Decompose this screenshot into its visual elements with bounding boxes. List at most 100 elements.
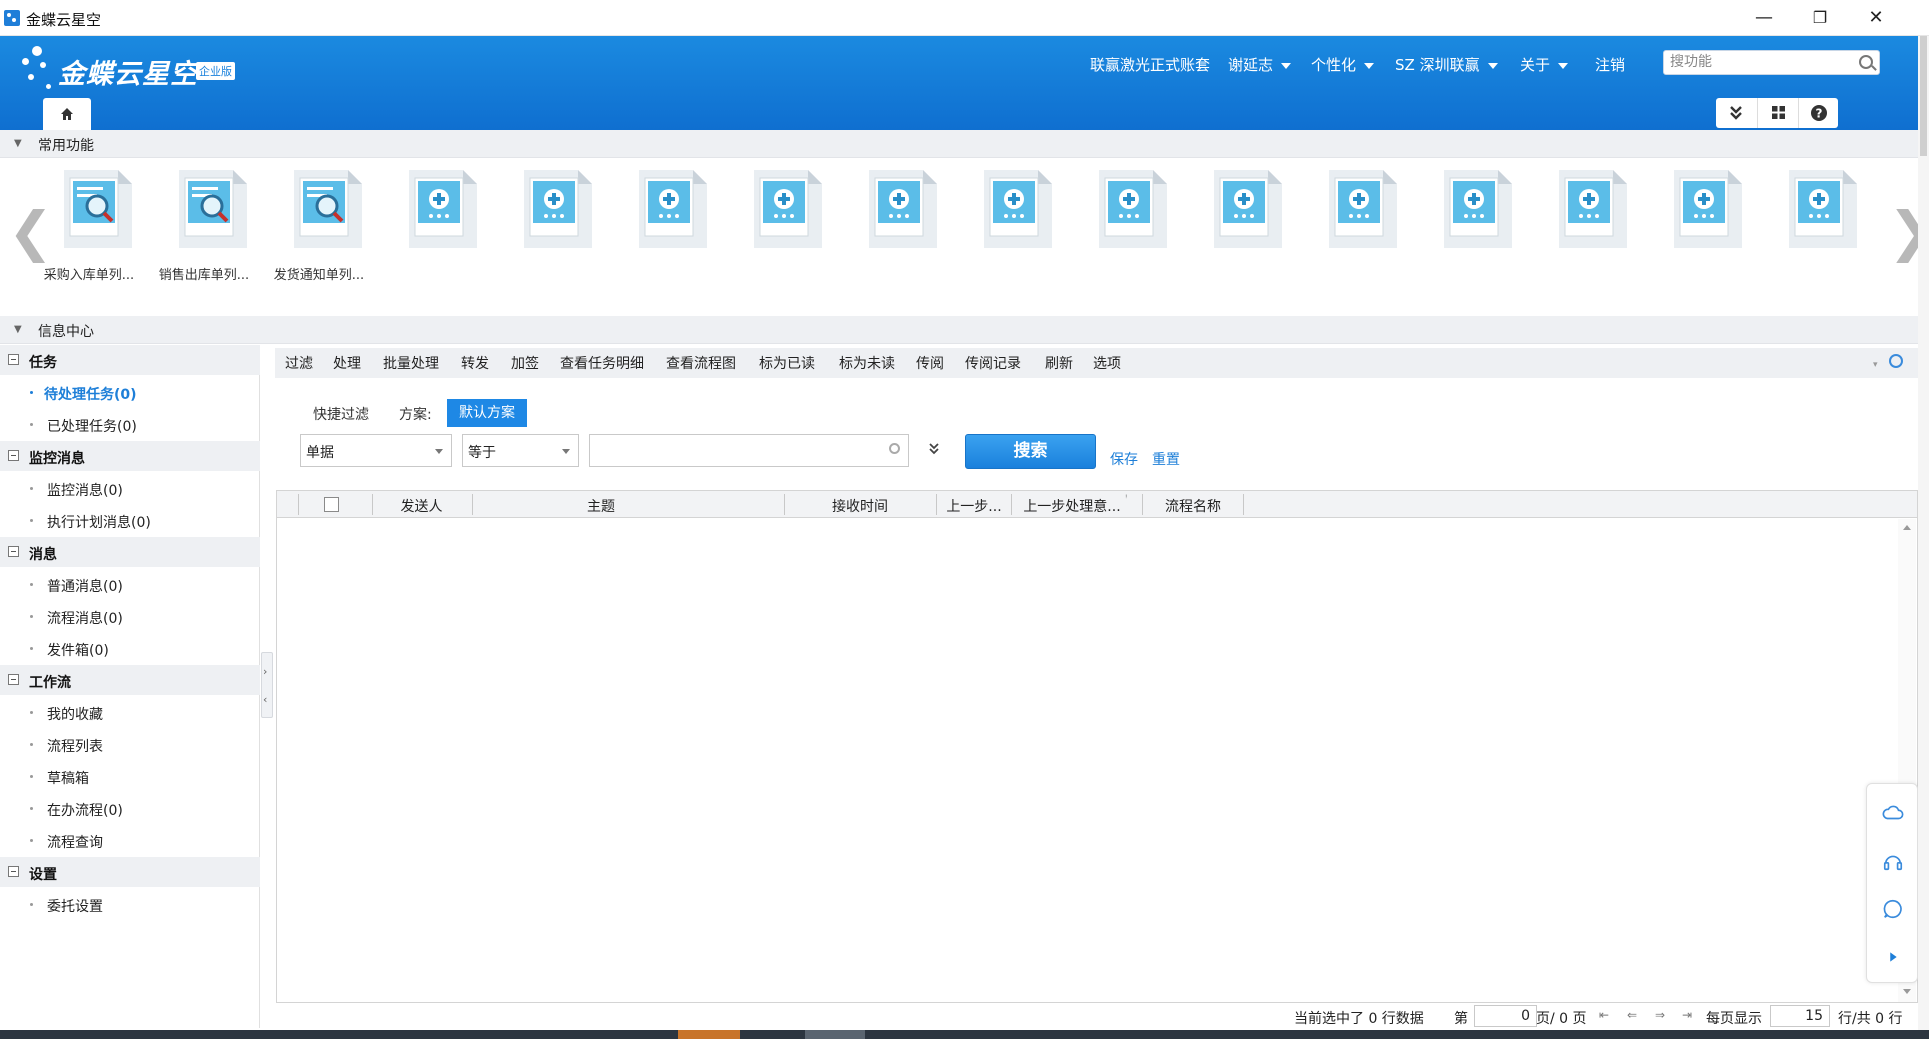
column-header-subject[interactable]: 主题 xyxy=(473,496,729,516)
nav-user[interactable]: 谢延志 xyxy=(1228,54,1292,75)
common-function-tile[interactable] xyxy=(724,168,834,298)
sidebar-item[interactable]: 流程列表 xyxy=(0,729,260,759)
home-tab[interactable] xyxy=(43,98,91,130)
headset-icon[interactable] xyxy=(1882,850,1904,872)
common-functions-header[interactable]: ▼ 常用功能 xyxy=(0,130,1918,158)
collapse-box-icon[interactable] xyxy=(8,866,19,877)
collapse-box-icon[interactable] xyxy=(8,354,19,365)
info-center-header[interactable]: ▼ 信息中心 xyxy=(0,316,1918,344)
common-function-tile[interactable] xyxy=(1644,168,1754,298)
page-scrollbar[interactable] xyxy=(1918,36,1929,1030)
toolbar-item[interactable]: 查看任务明细 xyxy=(560,353,644,373)
sidebar-item[interactable]: 我的收藏 xyxy=(0,697,260,727)
field-select[interactable]: 单据 xyxy=(300,434,452,467)
toolbar-item[interactable]: 过滤 xyxy=(285,353,313,373)
toolbar-item[interactable]: 标为未读 xyxy=(839,353,895,373)
search-button[interactable]: 搜索 xyxy=(965,434,1096,469)
common-function-tile[interactable] xyxy=(954,168,1064,298)
common-function-tile[interactable]: 采购入库单列... xyxy=(34,168,144,298)
cloud-icon[interactable] xyxy=(1882,802,1904,824)
toolbar-item[interactable]: 选项 xyxy=(1093,353,1121,373)
play-icon[interactable] xyxy=(1882,946,1904,968)
collapse-button[interactable] xyxy=(1716,98,1756,128)
sidebar-group[interactable]: 消息 xyxy=(0,537,260,567)
sidebar-item[interactable]: 待处理任务(0) xyxy=(0,377,260,407)
save-link[interactable]: 保存 xyxy=(1110,449,1138,469)
toolbar-item[interactable]: 加签 xyxy=(511,353,539,373)
common-function-tile[interactable]: 销售出库单列... xyxy=(149,168,259,298)
column-header-received-time[interactable]: 接收时间 xyxy=(785,496,935,516)
sidebar-item[interactable]: 普通消息(0) xyxy=(0,569,260,599)
expand-filter-icon[interactable] xyxy=(928,442,940,460)
column-header-prev-opinion[interactable]: 上一步处理意... xyxy=(1012,496,1132,516)
chat-icon[interactable] xyxy=(1882,898,1904,920)
sidebar-collapse-handle[interactable]: › ‹ xyxy=(261,652,273,718)
common-function-tile[interactable] xyxy=(609,168,719,298)
minimize-button[interactable]: — xyxy=(1736,2,1792,34)
app-grid-button[interactable] xyxy=(1757,98,1797,128)
page-number-input[interactable]: 0 xyxy=(1474,1005,1537,1027)
toolbar-item[interactable]: 处理 xyxy=(333,353,361,373)
sidebar-item[interactable]: 委托设置 xyxy=(0,889,260,919)
common-function-tile[interactable] xyxy=(1299,168,1409,298)
help-button[interactable]: ? xyxy=(1798,98,1838,128)
toolbar-item[interactable]: 标为已读 xyxy=(759,353,815,373)
column-header-sender[interactable]: 发送人 xyxy=(373,496,470,516)
sidebar-group[interactable]: 工作流 xyxy=(0,665,260,695)
next-page-icon[interactable]: ⇒ xyxy=(1655,1008,1665,1022)
collapse-box-icon[interactable] xyxy=(8,546,19,557)
per-page-select[interactable]: 15 xyxy=(1770,1005,1830,1027)
common-function-tile[interactable]: 发货通知单列... xyxy=(264,168,374,298)
quick-filter-label[interactable]: 快捷过滤 xyxy=(313,404,369,424)
common-function-tile[interactable] xyxy=(494,168,604,298)
collapse-box-icon[interactable] xyxy=(8,450,19,461)
scroll-down-icon[interactable] xyxy=(1903,989,1911,994)
first-page-icon[interactable]: ⇤ xyxy=(1599,1008,1609,1022)
toolbar-item[interactable]: 传阅记录 xyxy=(965,353,1021,373)
sidebar-item[interactable]: 监控消息(0) xyxy=(0,473,260,503)
operator-select[interactable]: 等于 xyxy=(462,434,579,467)
common-function-tile[interactable] xyxy=(1759,168,1869,298)
search-input[interactable] xyxy=(1670,51,1850,73)
prev-page-icon[interactable]: ⇐ xyxy=(1627,1008,1637,1022)
toolbar-dropdown-icon[interactable]: ▾ xyxy=(1873,360,1878,370)
sidebar-item[interactable]: 发件箱(0) xyxy=(0,633,260,663)
column-header-process-name[interactable]: 流程名称 xyxy=(1143,496,1243,516)
reset-link[interactable]: 重置 xyxy=(1152,449,1180,469)
scroll-up-icon[interactable] xyxy=(1903,525,1911,530)
default-scheme-button[interactable]: 默认方案 xyxy=(447,399,527,427)
maximize-button[interactable]: ❐ xyxy=(1792,2,1848,34)
gear-icon[interactable] xyxy=(1889,354,1903,368)
search-icon[interactable] xyxy=(1859,55,1873,69)
sidebar-item[interactable]: 草稿箱 xyxy=(0,761,260,791)
last-page-icon[interactable]: ⇥ xyxy=(1682,1008,1692,1022)
column-resize-icon[interactable]: ꜝ xyxy=(1125,494,1127,504)
sidebar-item[interactable]: 已处理任务(0) xyxy=(0,409,260,439)
search-icon[interactable] xyxy=(889,443,900,454)
sidebar-item[interactable]: 流程消息(0) xyxy=(0,601,260,631)
common-function-tile[interactable] xyxy=(379,168,489,298)
nav-logout[interactable]: 注销 xyxy=(1595,54,1625,75)
nav-account[interactable]: 联赢激光正式账套 xyxy=(1090,54,1210,75)
common-function-tile[interactable] xyxy=(839,168,949,298)
toolbar-item[interactable]: 刷新 xyxy=(1045,353,1073,373)
scrollbar-thumb[interactable] xyxy=(1920,36,1927,156)
sidebar-group[interactable]: 监控消息 xyxy=(0,441,260,471)
toolbar-item[interactable]: 批量处理 xyxy=(383,353,439,373)
collapse-box-icon[interactable] xyxy=(8,674,19,685)
nav-about[interactable]: 关于 xyxy=(1520,54,1569,75)
common-function-tile[interactable] xyxy=(1184,168,1294,298)
common-function-tile[interactable] xyxy=(1529,168,1639,298)
close-button[interactable]: ✕ xyxy=(1848,2,1904,34)
nav-personalize[interactable]: 个性化 xyxy=(1311,54,1375,75)
toolbar-item[interactable]: 查看流程图 xyxy=(666,353,736,373)
filter-value-input[interactable] xyxy=(589,434,909,467)
sidebar-item[interactable]: 执行计划消息(0) xyxy=(0,505,260,535)
sidebar-item[interactable]: 在办流程(0) xyxy=(0,793,260,823)
common-function-tile[interactable] xyxy=(1069,168,1179,298)
column-header-prev-step[interactable]: 上一步... xyxy=(937,496,1011,516)
toolbar-item[interactable]: 转发 xyxy=(461,353,489,373)
common-function-tile[interactable] xyxy=(1414,168,1524,298)
sidebar-group[interactable]: 设置 xyxy=(0,857,260,887)
select-all-checkbox[interactable] xyxy=(324,497,339,512)
